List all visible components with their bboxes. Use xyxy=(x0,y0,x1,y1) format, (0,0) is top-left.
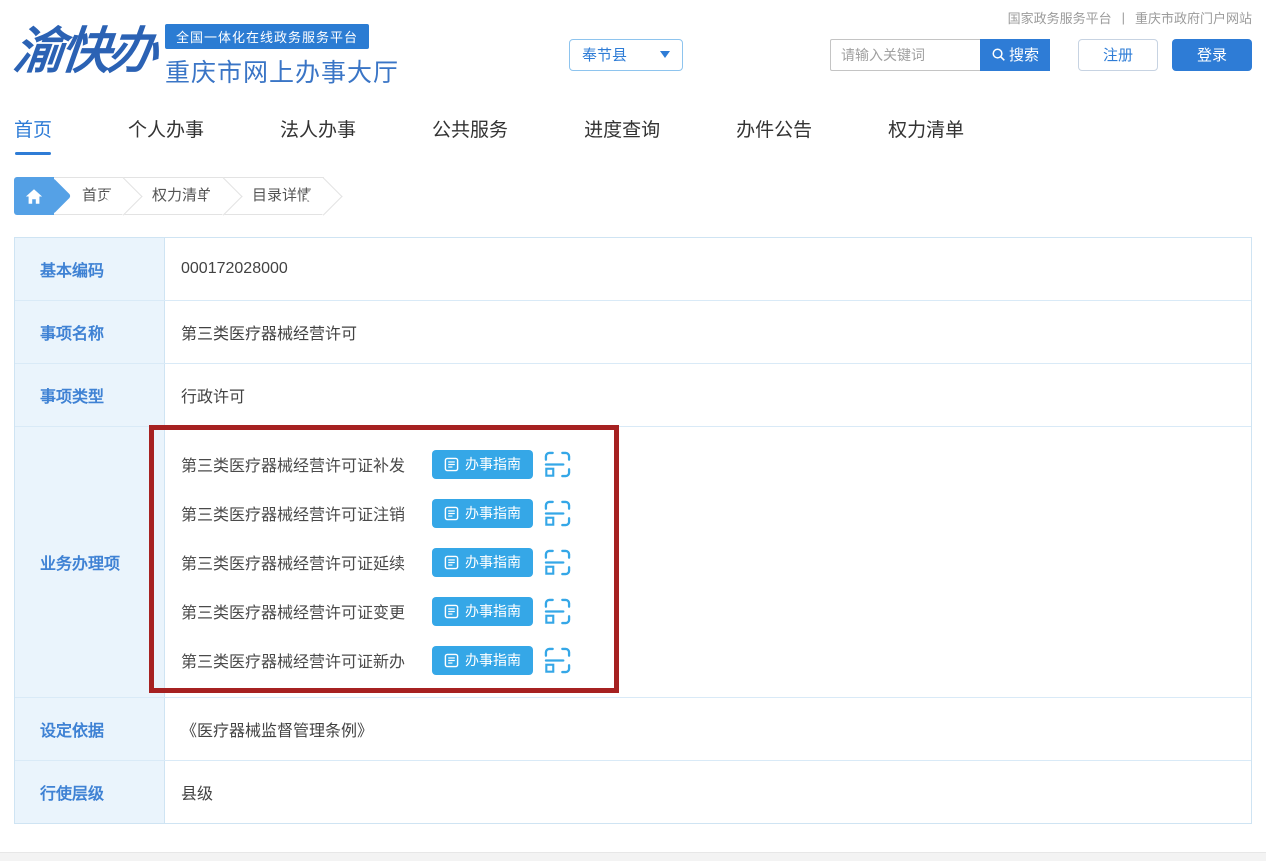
footer-bar xyxy=(0,852,1266,861)
row-value-item-name: 第三类医疗器械经营许可 xyxy=(165,301,1251,363)
brand-wordmark: 渝快办 xyxy=(11,20,159,82)
logo-text-block: 全国一体化在线政务服务平台 重庆市网上办事大厅 xyxy=(165,24,399,89)
row-label-item-type: 事项类型 xyxy=(15,364,165,426)
qr-scan-icon xyxy=(544,598,571,625)
table-row: 事项类型 行政许可 xyxy=(15,364,1251,427)
service-guide-button[interactable]: 办事指南 xyxy=(432,499,533,528)
business-item-name: 第三类医疗器械经营许可证注销 xyxy=(181,501,432,525)
list-item: 第三类医疗器械经营许可证延续 办事指南 xyxy=(181,547,1235,577)
nav-item-progress-inquiry[interactable]: 进度查询 xyxy=(584,115,660,155)
login-button[interactable]: 登录 xyxy=(1172,39,1252,71)
region-selector[interactable]: 奉节县 xyxy=(569,39,683,71)
business-item-name: 第三类医疗器械经营许可证补发 xyxy=(181,452,432,476)
nav-item-case-announcements[interactable]: 办件公告 xyxy=(736,115,812,155)
chevron-down-icon xyxy=(660,51,670,58)
business-item-name: 第三类医疗器械经营许可证延续 xyxy=(181,550,432,574)
qr-scan-button[interactable] xyxy=(544,451,571,478)
business-item-name: 第三类医疗器械经营许可证新办 xyxy=(181,648,432,672)
document-icon xyxy=(444,653,459,668)
portal-links-separator: | xyxy=(1122,10,1125,25)
search-button-label: 搜索 xyxy=(1009,44,1039,65)
qr-scan-icon xyxy=(544,500,571,527)
nav-item-public-services[interactable]: 公共服务 xyxy=(432,115,508,155)
city-portal-link[interactable]: 重庆市政府门户网站 xyxy=(1135,8,1252,27)
header: 国家政务服务平台 | 重庆市政府门户网站 渝快办 全国一体化在线政务服务平台 重… xyxy=(0,0,1266,89)
document-icon xyxy=(444,555,459,570)
service-guide-button-label: 办事指南 xyxy=(465,601,521,621)
qr-scan-icon xyxy=(544,647,571,674)
row-label-business-items: 业务办理项 xyxy=(15,427,165,697)
service-guide-button-label: 办事指南 xyxy=(465,650,521,670)
table-row: 基本编码 000172028000 xyxy=(15,238,1251,301)
business-item-name: 第三类医疗器械经营许可证变更 xyxy=(181,599,432,623)
row-label-setting-basis: 设定依据 xyxy=(15,698,165,760)
site-name: 重庆市网上办事大厅 xyxy=(165,53,399,89)
service-guide-button-label: 办事指南 xyxy=(465,454,521,474)
service-guide-button-label: 办事指南 xyxy=(465,552,521,572)
nav-item-home[interactable]: 首页 xyxy=(14,115,52,155)
region-selector-value: 奉节县 xyxy=(582,44,627,65)
list-item: 第三类医疗器械经营许可证变更 办事指南 xyxy=(181,596,1235,626)
table-row-business-items: 业务办理项 第三类医疗器械经营许可证补发 办事指南 xyxy=(15,427,1251,698)
service-guide-button[interactable]: 办事指南 xyxy=(432,548,533,577)
table-row: 设定依据 《医疗器械监督管理条例》 xyxy=(15,698,1251,761)
service-guide-button-label: 办事指南 xyxy=(465,503,521,523)
business-items-list: 第三类医疗器械经营许可证补发 办事指南 xyxy=(165,427,1251,697)
platform-badge: 全国一体化在线政务服务平台 xyxy=(165,24,369,49)
nav-item-power-list[interactable]: 权力清单 xyxy=(888,115,964,155)
search-group: 搜索 xyxy=(830,39,1050,71)
document-icon xyxy=(444,506,459,521)
qr-scan-button[interactable] xyxy=(544,549,571,576)
register-button[interactable]: 注册 xyxy=(1078,39,1158,71)
breadcrumb: 首页 权力清单 目录详情 xyxy=(14,177,1252,215)
service-guide-button[interactable]: 办事指南 xyxy=(432,450,533,479)
list-item: 第三类医疗器械经营许可证注销 办事指南 xyxy=(181,498,1235,528)
home-icon xyxy=(25,188,43,205)
row-label-basic-code: 基本编码 xyxy=(15,238,165,300)
main-nav: 首页 个人办事 法人办事 公共服务 进度查询 办件公告 权力清单 xyxy=(0,115,1266,155)
breadcrumb-home[interactable] xyxy=(14,177,54,215)
row-value-basic-code: 000172028000 xyxy=(165,238,1251,300)
qr-scan-button[interactable] xyxy=(544,598,571,625)
list-item: 第三类医疗器械经营许可证补发 办事指南 xyxy=(181,449,1235,479)
qr-scan-icon xyxy=(544,549,571,576)
qr-scan-button[interactable] xyxy=(544,647,571,674)
row-value-exercise-level: 县级 xyxy=(165,761,1251,823)
portal-links: 国家政务服务平台 | 重庆市政府门户网站 xyxy=(1008,8,1252,27)
nav-item-personal-affairs[interactable]: 个人办事 xyxy=(128,115,204,155)
search-button[interactable]: 搜索 xyxy=(980,39,1050,71)
search-icon xyxy=(991,47,1006,62)
table-row: 事项名称 第三类医疗器械经营许可 xyxy=(15,301,1251,364)
document-icon xyxy=(444,604,459,619)
row-value-item-type: 行政许可 xyxy=(165,364,1251,426)
service-guide-button[interactable]: 办事指南 xyxy=(432,646,533,675)
row-label-item-name: 事项名称 xyxy=(15,301,165,363)
search-input[interactable] xyxy=(830,39,980,71)
service-guide-button[interactable]: 办事指南 xyxy=(432,597,533,626)
row-value-setting-basis: 《医疗器械监督管理条例》 xyxy=(165,698,1251,760)
table-row: 行使层级 县级 xyxy=(15,761,1251,823)
national-platform-link[interactable]: 国家政务服务平台 xyxy=(1008,8,1112,27)
document-icon xyxy=(444,457,459,472)
row-label-exercise-level: 行使层级 xyxy=(15,761,165,823)
qr-scan-icon xyxy=(544,451,571,478)
qr-scan-button[interactable] xyxy=(544,500,571,527)
list-item: 第三类医疗器械经营许可证新办 办事指南 xyxy=(181,645,1235,675)
nav-item-legal-person-affairs[interactable]: 法人办事 xyxy=(280,115,356,155)
detail-table: 基本编码 000172028000 事项名称 第三类医疗器械经营许可 事项类型 … xyxy=(14,237,1252,824)
site-logo[interactable]: 渝快办 全国一体化在线政务服务平台 重庆市网上办事大厅 xyxy=(14,20,399,89)
